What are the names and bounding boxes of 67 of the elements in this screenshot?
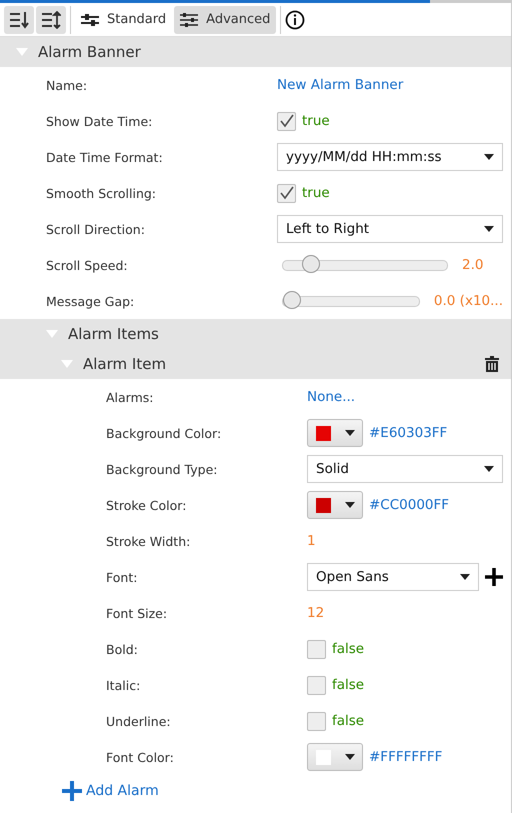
checkbox-value: true [302, 185, 330, 201]
slider-value: 0.0 (x10... [434, 293, 503, 309]
section-header[interactable]: Alarm Items [0, 319, 511, 349]
checkbox-value: false [332, 677, 364, 693]
property-label: Background Type: [106, 462, 218, 476]
property-label: Show Date Time: [46, 114, 154, 128]
add-alarm-link[interactable]: Add Alarm [86, 783, 159, 799]
color-value: #CC0000FF [369, 497, 450, 513]
caret-icon [345, 502, 355, 508]
sort-up-icon[interactable] [36, 6, 66, 34]
property-label: Smooth Scrolling: [46, 186, 158, 200]
checkbox[interactable] [307, 640, 326, 658]
info-icon[interactable] [285, 10, 306, 30]
slider-value: 2.0 [462, 257, 484, 273]
checkbox[interactable] [277, 184, 296, 202]
checkbox[interactable] [307, 712, 326, 730]
caret-icon [460, 574, 470, 580]
property-label: Message Gap: [46, 294, 136, 308]
checkbox[interactable] [277, 112, 296, 130]
sliders-icon [81, 12, 99, 26]
checkbox-value: true [302, 113, 330, 129]
property-label: Font: [106, 570, 138, 584]
color-picker[interactable] [307, 743, 363, 771]
section-title: Alarm Item [83, 355, 166, 373]
color-value: #FFFFFFFF [369, 749, 442, 765]
section-header[interactable]: Alarm Item [0, 349, 511, 379]
caret-icon [484, 226, 494, 232]
dropdown[interactable]: yyyy/MM/dd HH:mm:ss [277, 143, 503, 171]
property-label: Underline: [106, 714, 172, 728]
property-label: Stroke Width: [106, 534, 192, 548]
trash-icon[interactable] [485, 356, 499, 372]
section-title: Alarm Items [68, 325, 159, 343]
dropdown[interactable]: Solid [307, 455, 503, 483]
property-label: Italic: [106, 678, 142, 692]
checkbox-value: false [332, 641, 364, 657]
property-label: Name: [46, 78, 88, 92]
property-label: Font Color: [106, 750, 175, 764]
color-picker[interactable] [307, 419, 363, 447]
checkbox[interactable] [307, 676, 326, 694]
caret-icon [345, 430, 355, 436]
property-label: Date Time Format: [46, 150, 164, 164]
property-label: Bold: [106, 642, 139, 656]
checkbox-value: false [332, 713, 364, 729]
property-label: Scroll Direction: [46, 222, 146, 236]
slider-thumb[interactable] [302, 254, 320, 272]
color-picker[interactable] [307, 491, 363, 519]
slider-thumb[interactable] [283, 290, 301, 308]
dropdown[interactable]: Open Sans [307, 563, 479, 591]
plus-icon[interactable] [485, 568, 503, 586]
property-label: Scroll Speed: [46, 258, 129, 272]
dropdown[interactable]: Left to Right [277, 215, 503, 243]
property-label: Alarms: [106, 390, 155, 404]
property-label: Background Color: [106, 426, 222, 440]
property-label: Stroke Color: [106, 498, 188, 512]
mode-tab[interactable]: Advanced [174, 6, 276, 34]
caret-icon [345, 754, 355, 760]
mode-tab[interactable]: Standard [75, 6, 172, 34]
sort-down-icon[interactable] [4, 6, 34, 34]
section-title: Alarm Banner [38, 43, 141, 61]
property-label: Font Size: [106, 606, 168, 620]
caret-icon [484, 154, 494, 160]
property-link[interactable]: New Alarm Banner [277, 77, 404, 93]
color-value: #E60303FF [369, 425, 448, 441]
section-header[interactable]: Alarm Banner [0, 37, 511, 67]
property-link[interactable]: None... [307, 389, 356, 405]
caret-icon [484, 466, 494, 472]
sliders-icon [180, 12, 198, 26]
